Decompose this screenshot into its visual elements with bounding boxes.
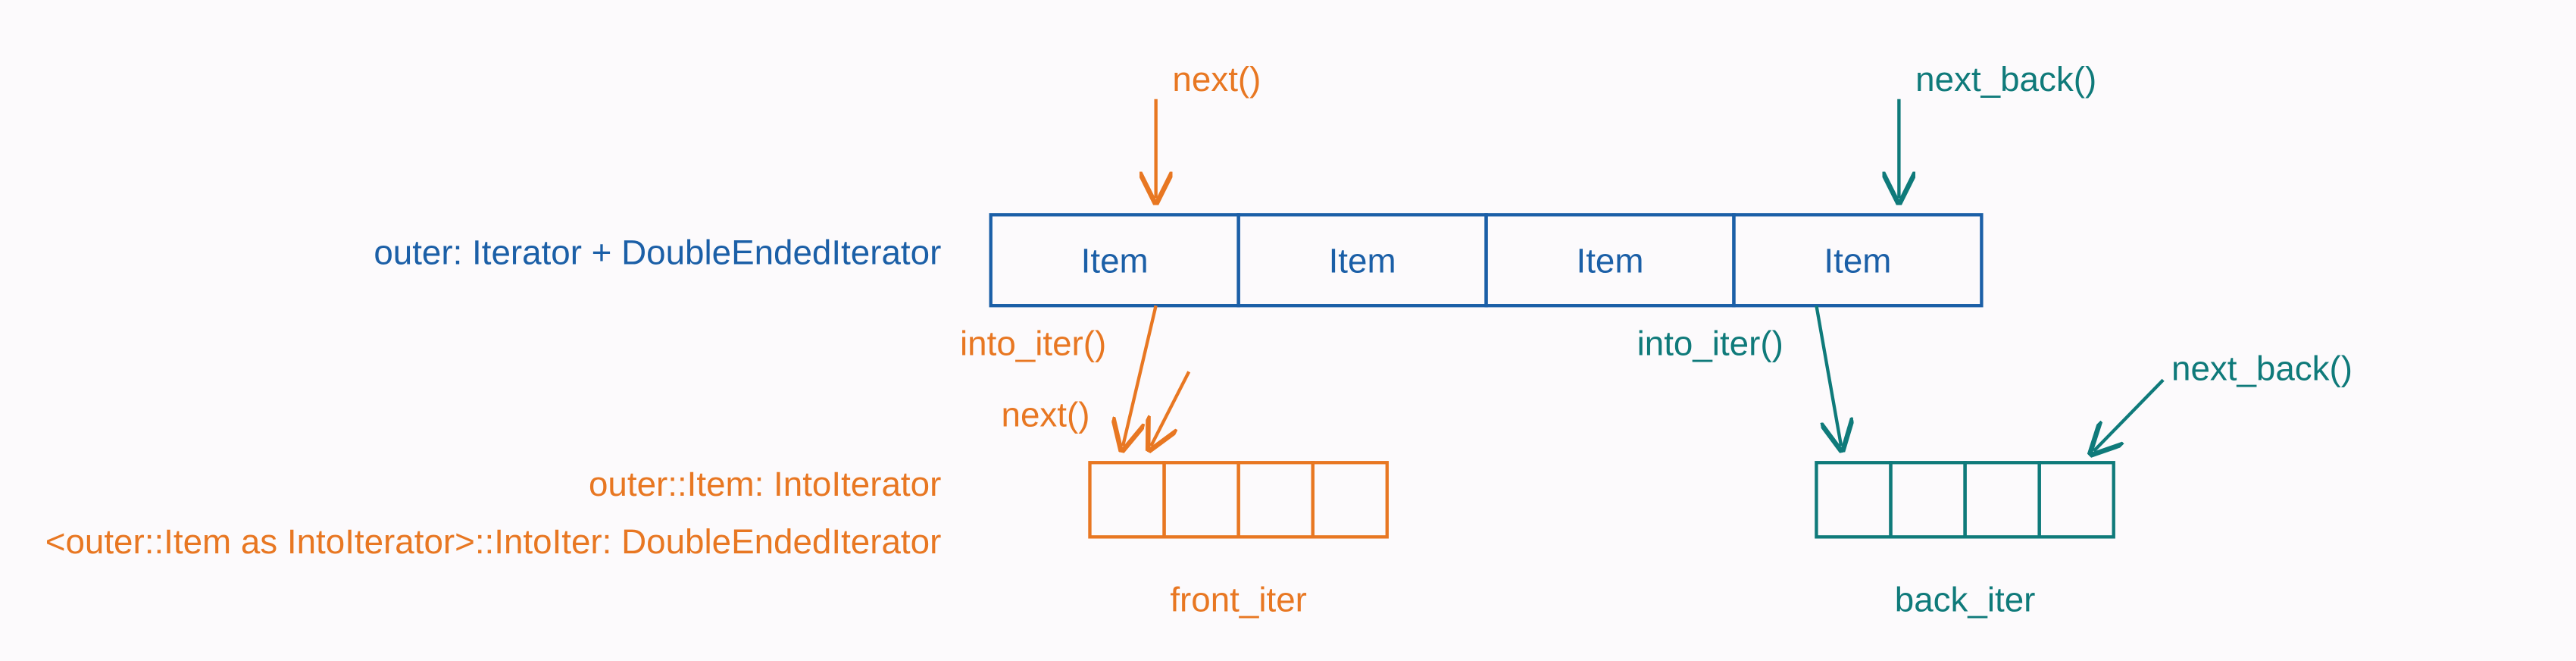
- next-arrow-front: next(): [1002, 371, 1190, 446]
- outer-item-2: Item: [1577, 242, 1644, 280]
- nextback-label-back: next_back(): [2171, 349, 2352, 387]
- next-label-front: next(): [1002, 395, 1090, 434]
- nextback-label-outer: next_back(): [1915, 60, 2096, 99]
- nextback-arrow-outer: next_back(): [1899, 60, 2096, 199]
- into-iter-back: into_iter(): [1637, 305, 1842, 446]
- front-iter-label: front_iter: [1170, 580, 1307, 619]
- into-iter-back-label: into_iter(): [1637, 324, 1784, 363]
- outer-iterator: Item Item Item Item: [991, 215, 1982, 305]
- back-iter-label: back_iter: [1895, 580, 2036, 619]
- back-iter: [1816, 462, 2113, 537]
- next-arrow-outer: next(): [1156, 60, 1261, 199]
- front-iter: [1089, 462, 1386, 537]
- next-label-outer: next(): [1172, 60, 1261, 99]
- outer-type-label: outer: Iterator + DoubleEndedIterator: [374, 233, 941, 272]
- outer-item-3: Item: [1824, 242, 1891, 280]
- nextback-arrow-back: next_back(): [2094, 349, 2352, 451]
- outer-item-1: Item: [1329, 242, 1396, 280]
- outer-item-0: Item: [1081, 242, 1149, 280]
- flatten-diagram: outer: Iterator + DoubleEndedIterator ou…: [0, 0, 2576, 661]
- intoiter-type-label: <outer::Item as IntoIterator>::IntoIter:…: [45, 522, 942, 561]
- item-type-label: outer::Item: IntoIterator: [589, 465, 941, 503]
- into-iter-front-label: into_iter(): [960, 324, 1106, 363]
